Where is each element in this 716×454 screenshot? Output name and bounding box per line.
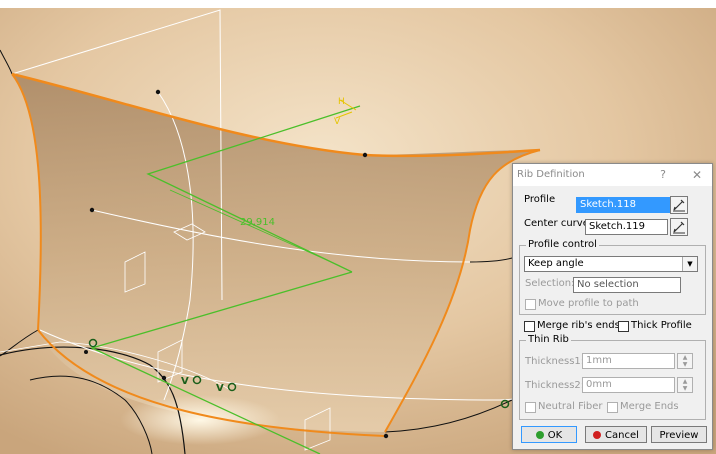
profile-control-value: Keep angle <box>528 258 584 269</box>
3d-viewport[interactable]: 29,914 H V V V Rib Definition ? ✕ Profil… <box>0 0 716 454</box>
constraint-label: V <box>181 376 189 387</box>
neutral-fiber-checkbox[interactable] <box>525 402 536 413</box>
profile-label: Profile <box>524 194 556 205</box>
surface-highlight <box>120 395 280 445</box>
selection-label: Selection: <box>525 278 575 289</box>
selection-field[interactable]: No selection <box>573 277 681 293</box>
dimension-label[interactable]: 29,914 <box>240 217 275 228</box>
dialog-title: Rib Definition <box>517 169 585 180</box>
merge-ribs-ends-checkbox[interactable] <box>524 321 535 332</box>
merge-ribs-ends-label: Merge rib's ends <box>537 320 620 331</box>
move-profile-checkbox[interactable] <box>525 299 536 310</box>
cancel-label: Cancel <box>605 430 639 441</box>
profile-edit-button[interactable] <box>670 196 688 214</box>
center-curve-field[interactable]: Sketch.119 <box>585 219 668 235</box>
ok-icon <box>535 431 544 439</box>
thickness2-field[interactable]: 0mm <box>582 377 675 393</box>
sketch-point[interactable] <box>362 152 368 158</box>
profile-control-combo[interactable]: Keep angle ▼ <box>524 256 698 272</box>
cancel-icon <box>593 431 602 439</box>
profile-control-legend: Profile control <box>526 239 599 250</box>
sketch-point[interactable] <box>161 375 167 381</box>
profile-field[interactable]: Sketch.118 <box>576 197 671 213</box>
sketch-point[interactable] <box>89 207 95 213</box>
rib-definition-dialog: Rib Definition ? ✕ Profile Sketch.118 Ce… <box>512 163 713 450</box>
profile-control-group: Profile control Keep angle ▼ Selection: … <box>519 239 706 315</box>
edit-sketch-icon <box>673 221 685 234</box>
constraint-label: V <box>216 383 224 394</box>
merge-ends-label: Merge Ends <box>620 401 679 412</box>
axis-label-v: V <box>334 117 341 127</box>
cancel-button[interactable]: Cancel <box>585 426 647 443</box>
neutral-fiber-label: Neutral Fiber <box>538 401 603 412</box>
ok-button[interactable]: OK <box>521 426 577 443</box>
merge-ends-checkbox[interactable] <box>607 402 618 413</box>
viewport-top-strip <box>0 0 716 8</box>
sketch-point[interactable] <box>84 350 88 354</box>
move-profile-label: Move profile to path <box>538 298 639 309</box>
chevron-down-icon[interactable]: ▼ <box>682 257 697 271</box>
thick-profile-label: Thick Profile <box>631 320 692 331</box>
dialog-titlebar[interactable]: Rib Definition ? ✕ <box>513 164 712 186</box>
thin-rib-group: Thin Rib Thickness1: 1mm ▲ ▼ Thickness2: … <box>519 334 706 420</box>
center-curve-label: Center curve <box>524 218 589 229</box>
close-button[interactable]: ✕ <box>689 167 705 183</box>
thickness1-stepper[interactable]: ▲ ▼ <box>677 353 693 369</box>
preview-button[interactable]: Preview <box>651 426 707 443</box>
ok-label: OK <box>547 430 563 441</box>
thin-rib-legend: Thin Rib <box>526 334 571 345</box>
sketch-point[interactable] <box>383 433 389 439</box>
thickness1-label: Thickness1: <box>525 356 585 367</box>
axis-label-h: H <box>338 97 345 107</box>
thickness1-field[interactable]: 1mm <box>582 353 675 369</box>
sketch-point[interactable] <box>155 89 161 95</box>
edit-sketch-icon <box>673 199 685 212</box>
help-button[interactable]: ? <box>655 167 671 183</box>
thick-profile-checkbox[interactable] <box>618 321 629 332</box>
thickness2-stepper[interactable]: ▲ ▼ <box>677 377 693 393</box>
thickness2-label: Thickness2: <box>525 380 585 391</box>
center-curve-edit-button[interactable] <box>670 218 688 236</box>
